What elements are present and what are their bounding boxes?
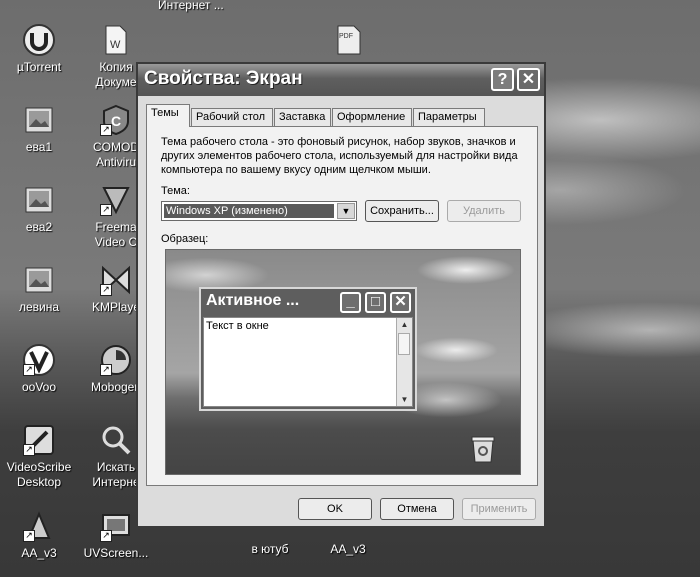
image-file-icon — [23, 264, 55, 296]
scroll-thumb — [398, 333, 410, 355]
oovoo-icon: ↗ — [23, 344, 55, 376]
dialog-title: Свойства: Экран — [144, 68, 303, 89]
desktop-icon-aa-v3[interactable]: ↗ AA_v3 — [0, 510, 82, 561]
tab-appearance[interactable]: Оформление — [332, 108, 412, 126]
svg-text:PDF: PDF — [339, 33, 353, 40]
theme-select[interactable]: Windows XP (изменено) ▼ — [161, 201, 357, 221]
sample-label: Образец: — [161, 233, 209, 245]
close-button[interactable]: ✕ — [517, 68, 540, 91]
freemake-icon: ↗ — [100, 184, 132, 216]
aa-v3-icon: ↗ — [23, 510, 55, 542]
desktop-icon-videoscribe[interactable]: ↗ VideoScribe Desktop — [0, 424, 82, 490]
ok-button[interactable]: OK — [298, 498, 372, 520]
preview-scrollbar: ▲ ▼ — [396, 318, 412, 406]
theme-preview: Активное ... _ □ ✕ Текст в окне ▲ ▼ — [165, 249, 521, 475]
comodo-shield-icon: C ↗ — [100, 104, 132, 136]
preview-window-title: Активное ... — [206, 292, 300, 309]
tab-settings[interactable]: Параметры — [413, 108, 485, 126]
cancel-button[interactable]: Отмена — [380, 498, 454, 520]
tab-desktop[interactable]: Рабочий стол — [191, 108, 273, 126]
image-file-icon — [23, 184, 55, 216]
kmplayer-icon: ↗ — [100, 264, 132, 296]
uvscreen-icon: ↗ — [100, 510, 132, 542]
delete-button[interactable]: Удалить — [447, 200, 521, 222]
utorrent-icon — [23, 24, 55, 56]
chevron-down-icon[interactable]: ▼ — [337, 203, 355, 219]
display-properties-dialog: Свойства: Экран ? ✕ Темы Рабочий стол За… — [136, 62, 546, 528]
desktop-icon-eva1[interactable]: ева1 — [0, 104, 82, 155]
desktop-icon-aa-v3-2[interactable]: AA_v3 — [305, 528, 391, 557]
preview-window-body: Текст в окне ▲ ▼ — [203, 317, 413, 407]
desktop-icon-levina[interactable]: левина — [0, 264, 82, 315]
theme-select-value: Windows XP (изменено) — [164, 204, 334, 218]
preview-active-window: Активное ... _ □ ✕ Текст в окне ▲ ▼ — [199, 287, 417, 411]
apply-button[interactable]: Применить — [462, 498, 536, 520]
minimize-icon: _ — [340, 292, 361, 313]
recycle-bin-icon — [468, 432, 498, 464]
theme-description: Тема рабочего стола - это фоновый рисуно… — [161, 136, 518, 176]
image-file-icon — [23, 104, 55, 136]
save-button[interactable]: Сохранить... — [365, 200, 439, 222]
videoscribe-icon: ↗ — [23, 424, 55, 456]
search-icon — [100, 424, 132, 456]
desktop-icon-v-yutub[interactable]: в ютуб — [227, 528, 313, 557]
help-button[interactable]: ? — [491, 68, 514, 91]
scroll-down-icon: ▼ — [400, 395, 409, 404]
preview-window-text: Текст в окне — [206, 320, 269, 332]
desktop-top-label: Интернет ... — [158, 0, 224, 12]
close-icon: ✕ — [390, 292, 411, 313]
desktop-icon-eva2[interactable]: ева2 — [0, 184, 82, 235]
desktop-icon-oovoo[interactable]: ↗ ooVoo — [0, 344, 82, 395]
tab-screensaver[interactable]: Заставка — [274, 108, 331, 126]
pdf-file-icon[interactable]: PDF — [334, 24, 366, 56]
svg-text:C: C — [111, 113, 121, 129]
mobogenie-icon: ↗ — [100, 344, 132, 376]
theme-label: Тема: — [161, 185, 190, 197]
maximize-icon: □ — [365, 292, 386, 313]
svg-text:W: W — [110, 39, 121, 51]
word-document-icon: W — [100, 24, 132, 56]
title-bar[interactable]: Свойства: Экран ? ✕ — [138, 64, 544, 96]
scroll-up-icon: ▲ — [400, 320, 409, 329]
tab-themes[interactable]: Темы — [146, 104, 190, 127]
desktop-icon-utorrent[interactable]: µTorrent — [0, 24, 82, 75]
themes-panel: Тема рабочего стола - это фоновый рисуно… — [146, 126, 538, 486]
